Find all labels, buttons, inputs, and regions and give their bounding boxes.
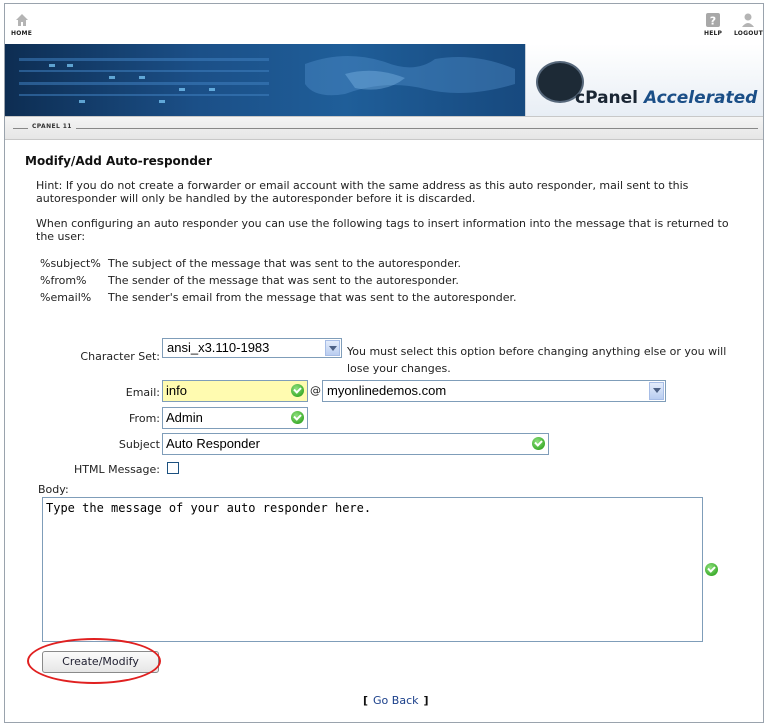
charset-label: Character Set: bbox=[80, 350, 160, 363]
body-label: Body: bbox=[38, 483, 69, 496]
tag-row: %subject% The subject of the message that… bbox=[40, 257, 461, 270]
subject-field[interactable]: Auto Responder bbox=[162, 433, 549, 455]
charset-note: You must select this option before chang… bbox=[347, 343, 757, 377]
header-banner: cPanel Accelerated bbox=[5, 44, 763, 116]
tag-description: The subject of the message that was sent… bbox=[108, 257, 462, 270]
go-back-row: [ Go Back] bbox=[363, 694, 429, 707]
chevron-down-icon[interactable] bbox=[649, 382, 664, 400]
valid-check-icon bbox=[532, 437, 545, 450]
svg-text:?: ? bbox=[710, 15, 717, 28]
help-icon: ? bbox=[706, 13, 721, 28]
top-navigation: HOME ? HELP LOGOUT bbox=[5, 4, 763, 44]
open-bracket: [ bbox=[363, 694, 369, 707]
tag-description: The sender of the message that was sent … bbox=[108, 274, 459, 287]
tag-row: %email% The sender's email from the messa… bbox=[40, 291, 517, 304]
home-label: HOME bbox=[11, 30, 32, 37]
logo-text-suffix: Accelerated bbox=[643, 88, 758, 108]
email-field[interactable]: info bbox=[162, 380, 308, 402]
html-message-label: HTML Message: bbox=[73, 463, 160, 476]
home-link[interactable]: HOME bbox=[11, 12, 32, 37]
subject-value: Auto Responder bbox=[166, 436, 260, 451]
go-back-link[interactable]: Go Back bbox=[373, 694, 418, 707]
at-sign: @ bbox=[310, 384, 321, 397]
breadcrumb-cpanel[interactable]: CPANEL 11 bbox=[32, 123, 72, 130]
charset-note-line: You must select this option before chang… bbox=[347, 345, 727, 358]
from-field[interactable]: Admin bbox=[162, 407, 308, 429]
breadcrumb-divider-left bbox=[13, 128, 28, 129]
email-label: Email: bbox=[125, 386, 160, 399]
logout-label: LOGOUT bbox=[734, 30, 763, 37]
tag-description: The sender's email from the message that… bbox=[108, 291, 517, 304]
home-icon bbox=[15, 14, 28, 26]
cpanel-logo: cPanel Accelerated bbox=[575, 88, 757, 108]
domain-selected-value: myonlinedemos.com bbox=[327, 383, 447, 398]
charset-select[interactable]: ansi_x3.110-1983 bbox=[162, 338, 342, 358]
page-title: Modify/Add Auto-responder bbox=[25, 154, 212, 168]
domain-select[interactable]: myonlinedemos.com bbox=[322, 380, 666, 402]
close-bracket: ] bbox=[423, 694, 429, 707]
logo-text-prefix: cPanel bbox=[575, 88, 639, 108]
help-link[interactable]: ? HELP bbox=[704, 12, 722, 37]
valid-check-icon bbox=[291, 411, 304, 424]
tag-name: %from% bbox=[40, 274, 87, 287]
breadcrumb-divider-right bbox=[76, 128, 758, 129]
logout-link[interactable]: LOGOUT bbox=[734, 12, 763, 37]
html-message-checkbox[interactable] bbox=[167, 462, 179, 474]
from-value: Admin bbox=[166, 410, 203, 425]
chevron-down-icon[interactable] bbox=[325, 340, 340, 356]
server-rack-graphic bbox=[19, 58, 269, 103]
tag-name: %email% bbox=[40, 291, 92, 304]
charset-selected-value: ansi_x3.110-1983 bbox=[167, 340, 270, 355]
valid-check-icon bbox=[291, 384, 304, 397]
charset-note-line: lose your changes. bbox=[347, 362, 451, 375]
help-label: HELP bbox=[704, 30, 723, 37]
world-map-graphic bbox=[305, 55, 515, 96]
subject-label: Subject bbox=[118, 438, 160, 451]
breadcrumb: CPANEL 11 bbox=[5, 116, 763, 140]
tag-row: %from% The sender of the message that was… bbox=[40, 274, 459, 287]
create-modify-button[interactable]: Create/Modify bbox=[42, 651, 159, 673]
valid-check-icon bbox=[705, 563, 718, 576]
email-value: info bbox=[166, 383, 187, 398]
tag-name: %subject% bbox=[40, 257, 101, 270]
body-textarea[interactable]: Type the message of your auto responder … bbox=[42, 497, 703, 642]
from-label: From: bbox=[129, 412, 160, 425]
tags-intro-text: When configuring an auto responder you c… bbox=[36, 217, 729, 243]
cpanel-window: HOME ? HELP LOGOUT cPanel Accelerated CP… bbox=[4, 3, 764, 723]
hint-text: Hint: If you do not create a forwarder o… bbox=[36, 179, 689, 205]
user-icon bbox=[742, 13, 755, 27]
